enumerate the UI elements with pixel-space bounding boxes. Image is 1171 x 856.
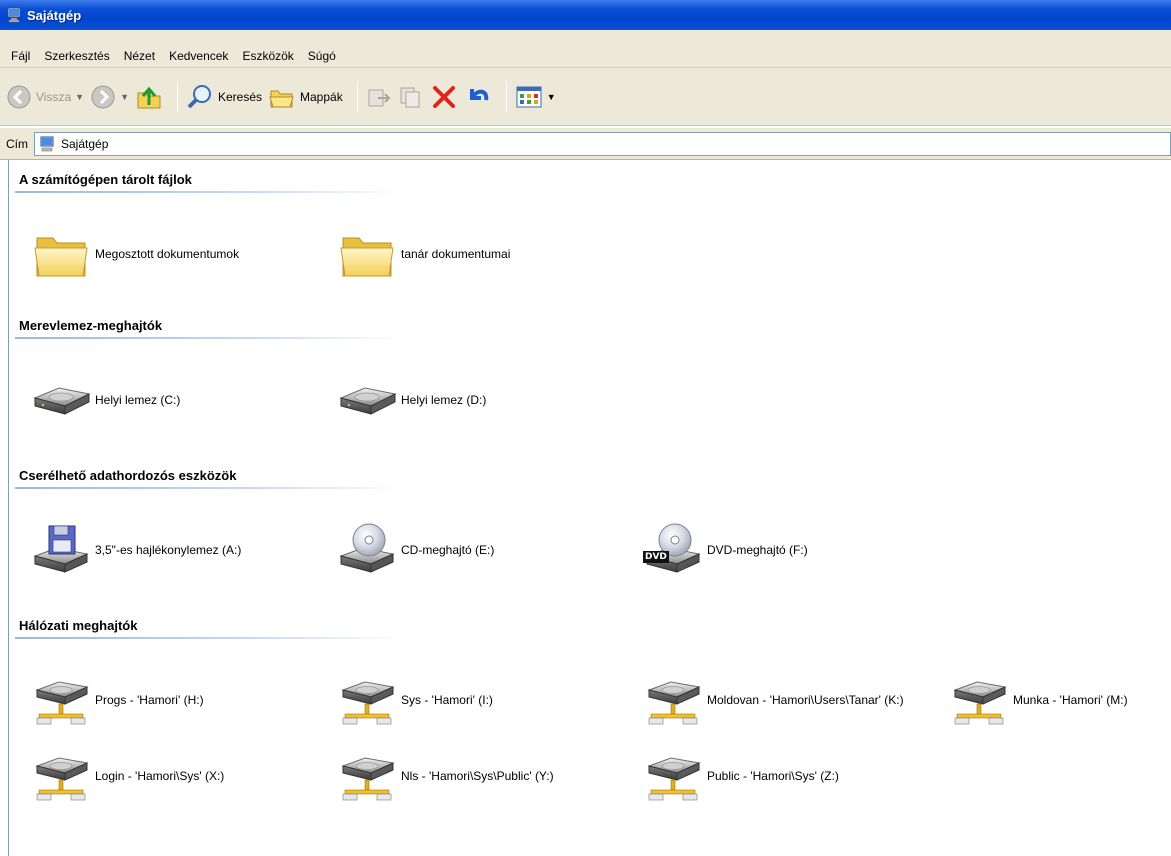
item-label: Helyi lemez (C:) — [95, 392, 181, 407]
address-input[interactable]: Sajátgép — [34, 131, 1171, 156]
item-label: 3,5"-es hajlékonylemez (A:) — [95, 542, 242, 557]
network-drive-icon — [29, 672, 93, 728]
address-bar: Cím Sajátgép — [0, 128, 1171, 160]
network-drive-icon — [947, 672, 1011, 728]
item-label: DVD-meghajtó (F:) — [707, 542, 808, 557]
move-to-icon — [368, 89, 391, 106]
item-label: Helyi lemez (D:) — [401, 392, 487, 407]
search-label: Keresés — [217, 89, 263, 104]
delete-x-icon — [432, 85, 455, 108]
up-folder-icon — [137, 86, 161, 108]
views-button[interactable]: ▼ — [515, 84, 556, 110]
group-header-hard-drives: Merevlemez-meghajtók — [19, 318, 163, 333]
my-computer-icon — [40, 136, 54, 151]
menu-file[interactable]: Fájl — [4, 49, 37, 63]
group-divider — [15, 637, 405, 639]
copy-to-icon — [400, 87, 420, 107]
network-drive-icon — [29, 748, 93, 804]
drive-item[interactable]: CD-meghajtó (E:) — [335, 522, 494, 578]
hard-disk-icon — [29, 372, 93, 428]
network-drive-item[interactable]: Public - 'Hamori\Sys' (Z:) — [641, 748, 839, 804]
my-computer-icon — [7, 7, 21, 23]
undo-button[interactable] — [464, 83, 492, 111]
network-drive-item[interactable]: Sys - 'Hamori' (I:) — [335, 672, 493, 728]
drive-item[interactable]: Helyi lemez (C:) — [29, 372, 180, 428]
floppy-drive-icon — [29, 522, 93, 578]
drive-item[interactable]: 3,5"-es hajlékonylemez (A:) — [29, 522, 241, 578]
network-drive-icon — [641, 748, 705, 804]
cd-drive-icon — [335, 522, 399, 578]
delete-button[interactable] — [430, 83, 458, 111]
item-label: Munka - 'Hamori' (M:) — [1013, 692, 1128, 707]
folder-item[interactable]: tanár dokumentumai — [335, 226, 510, 282]
menu-edit[interactable]: Szerkesztés — [37, 49, 116, 63]
item-label: tanár dokumentumai — [401, 246, 511, 261]
item-label: CD-meghajtó (E:) — [401, 542, 495, 557]
group-divider — [15, 487, 405, 489]
back-dropdown-icon[interactable]: ▼ — [75, 92, 84, 102]
folder-icon — [29, 226, 93, 282]
copy-to-button[interactable] — [398, 84, 424, 110]
folders-icon — [269, 90, 294, 107]
address-value: Sajátgép — [61, 136, 109, 151]
group-header-stored-files: A számítógépen tárolt fájlok — [19, 172, 192, 187]
toolbar-separator — [356, 81, 358, 112]
folder-icon — [335, 226, 399, 282]
group-divider — [15, 191, 405, 193]
up-folder-button[interactable] — [135, 83, 163, 111]
hard-disk-icon — [335, 372, 399, 428]
undo-icon — [469, 88, 488, 100]
toolbar-separator — [176, 81, 178, 112]
menu-tools[interactable]: Eszközök — [235, 49, 300, 63]
views-grid-icon — [516, 86, 542, 107]
network-drive-item[interactable]: Progs - 'Hamori' (H:) — [29, 672, 204, 728]
back-button[interactable]: Vissza ▼ — [6, 84, 84, 110]
network-drive-item[interactable]: Moldovan - 'Hamori\Users\Tanar' (K:) — [641, 672, 943, 728]
folders-button[interactable]: Mappák — [268, 83, 343, 111]
item-label: Login - 'Hamori\Sys' (X:) — [95, 768, 225, 783]
move-to-button[interactable] — [366, 84, 392, 110]
item-label: Nls - 'Hamori\Sys\Public' (Y:) — [401, 768, 554, 783]
network-drive-icon — [335, 672, 399, 728]
drive-item[interactable]: Helyi lemez (D:) — [335, 372, 486, 428]
menu-help[interactable]: Súgó — [301, 49, 343, 63]
search-button[interactable]: Keresés — [186, 83, 262, 111]
dvd-badge: DVD — [643, 551, 669, 563]
drive-item[interactable]: DVD DVD-meghajtó (F:) — [641, 522, 808, 578]
back-label: Vissza — [36, 89, 72, 104]
folders-label: Mappák — [300, 89, 343, 104]
network-drive-item[interactable]: Nls - 'Hamori\Sys\Public' (Y:) — [335, 748, 554, 804]
menu-bar: Fájl Szerkesztés Nézet Kedvencek Eszközö… — [0, 44, 1171, 68]
title-bar-strip — [0, 30, 1171, 44]
network-drive-item[interactable]: Login - 'Hamori\Sys' (X:) — [29, 748, 224, 804]
content-pane: A számítógépen tárolt fájlok Megosztott … — [8, 160, 1171, 856]
network-drive-item[interactable]: Munka - 'Hamori' (M:) — [947, 672, 1128, 728]
menu-view[interactable]: Nézet — [117, 49, 162, 63]
group-header-removable: Cserélhető adathordozós eszközök — [19, 468, 237, 483]
title-bar[interactable]: Sajátgép — [0, 0, 1171, 30]
dvd-drive-icon: DVD — [641, 522, 705, 578]
forward-button[interactable]: ▼ — [90, 84, 129, 110]
address-label: Cím — [6, 136, 28, 151]
item-label: Sys - 'Hamori' (I:) — [401, 692, 493, 707]
network-drive-icon — [335, 748, 399, 804]
folder-item[interactable]: Megosztott dokumentumok — [29, 226, 239, 282]
views-dropdown-icon[interactable]: ▼ — [547, 92, 556, 102]
item-label: Moldovan - 'Hamori\Users\Tanar' (K:) — [707, 692, 904, 707]
forward-arrow-icon — [91, 85, 115, 108]
toolbar: Vissza ▼ ▼ Keresés Mappák ▼ — [0, 68, 1171, 126]
group-header-network-drives: Hálózati meghajtók — [19, 618, 138, 633]
group-divider — [15, 337, 405, 339]
search-icon — [187, 84, 211, 108]
window-title: Sajátgép — [27, 7, 82, 23]
item-label: Public - 'Hamori\Sys' (Z:) — [707, 768, 839, 783]
menu-favorites[interactable]: Kedvencek — [162, 49, 235, 63]
item-label: Megosztott dokumentumok — [95, 246, 240, 261]
back-arrow-icon — [7, 85, 31, 108]
toolbar-separator — [505, 81, 507, 112]
network-drive-icon — [641, 672, 705, 728]
forward-dropdown-icon[interactable]: ▼ — [120, 92, 129, 102]
item-label: Progs - 'Hamori' (H:) — [95, 692, 204, 707]
